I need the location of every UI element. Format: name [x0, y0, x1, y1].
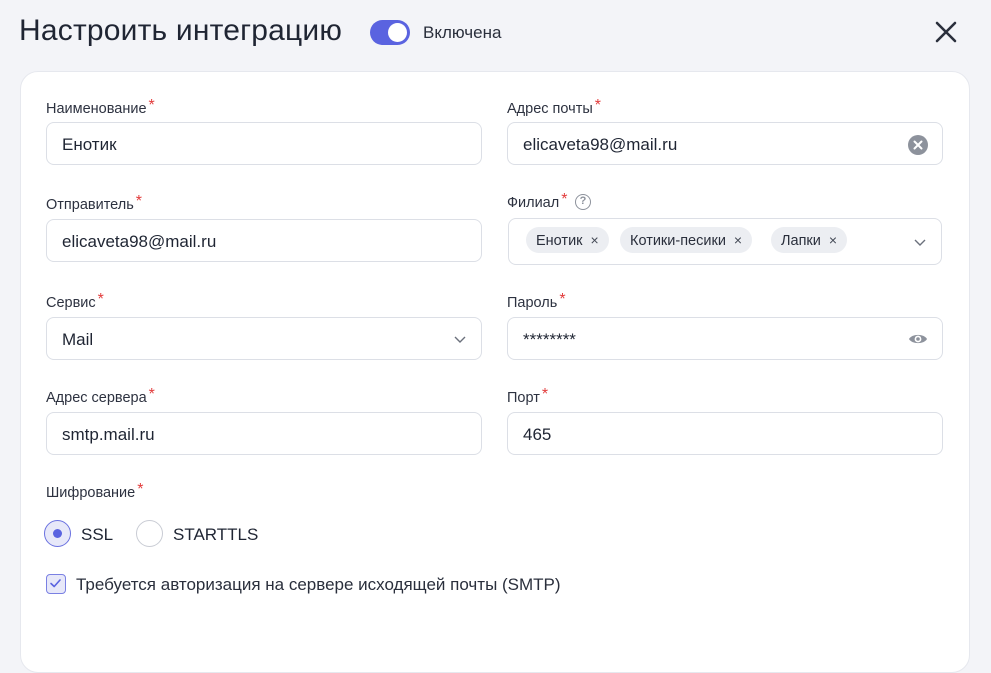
branch-multiselect[interactable]: Енотик × Котики-песики × Лапки × [508, 218, 942, 265]
remove-tag-icon[interactable]: × [591, 227, 599, 253]
toggle-label: Включена [423, 23, 502, 42]
password-input[interactable]: ******** [507, 317, 943, 360]
branch-tag: Лапки × [771, 227, 848, 253]
service-select[interactable]: Mail [46, 317, 482, 360]
branch-tag: Енотик × [526, 227, 609, 253]
password-value: ******** [523, 330, 576, 349]
remove-tag-icon[interactable]: × [734, 227, 742, 253]
smtp-auth-label[interactable]: Требуется авторизация на сервере исходящ… [76, 575, 561, 595]
toggle-knob [388, 23, 407, 42]
server-label: Адрес сервера * [46, 386, 155, 406]
name-value: Енотик [62, 135, 117, 154]
server-value: smtp.mail.ru [62, 425, 155, 444]
service-value: Mail [62, 330, 94, 349]
ssl-radio-label[interactable]: SSL [81, 525, 113, 545]
name-label: Наименование * [46, 97, 155, 117]
page-title: Настроить интеграцию [19, 14, 343, 47]
email-value: elicaveta98@mail.ru [523, 135, 678, 154]
starttls-radio-label[interactable]: STARTTLS [173, 525, 258, 545]
sender-input[interactable]: elicaveta98@mail.ru [46, 219, 482, 262]
port-label: Порт * [507, 386, 549, 406]
remove-tag-icon[interactable]: × [829, 227, 837, 253]
password-label: Пароль * [507, 291, 566, 311]
branch-tag: Котики-песики × [620, 227, 753, 253]
branch-label: Филиал * [507, 191, 568, 211]
enabled-toggle[interactable] [370, 20, 410, 45]
dialog-header: Настроить интеграцию Включена [0, 0, 991, 68]
ssl-radio[interactable] [44, 520, 71, 547]
port-input[interactable]: 465 [507, 412, 943, 455]
integration-form-card: Наименование * Енотик Адрес почты * elicav… [20, 71, 970, 673]
smtp-auth-checkbox[interactable] [46, 574, 66, 594]
encryption-label: Шифрование * [46, 481, 144, 501]
starttls-radio[interactable] [136, 520, 163, 547]
chevron-down-icon[interactable] [913, 235, 927, 249]
chevron-down-icon[interactable] [453, 332, 467, 346]
port-value: 465 [523, 425, 552, 444]
sender-value: elicaveta98@mail.ru [62, 232, 217, 251]
eye-icon[interactable] [908, 331, 928, 347]
server-input[interactable]: smtp.mail.ru [46, 412, 482, 455]
help-icon[interactable]: ? [575, 194, 591, 210]
name-input[interactable]: Енотик [46, 122, 482, 165]
check-icon [50, 579, 61, 588]
service-label: Сервис * [46, 291, 104, 311]
close-icon[interactable] [932, 18, 960, 46]
email-input[interactable]: elicaveta98@mail.ru [507, 122, 943, 165]
sender-label: Отправитель * [46, 193, 143, 213]
email-label: Адрес почты * [507, 97, 601, 117]
clear-icon[interactable] [908, 135, 928, 155]
